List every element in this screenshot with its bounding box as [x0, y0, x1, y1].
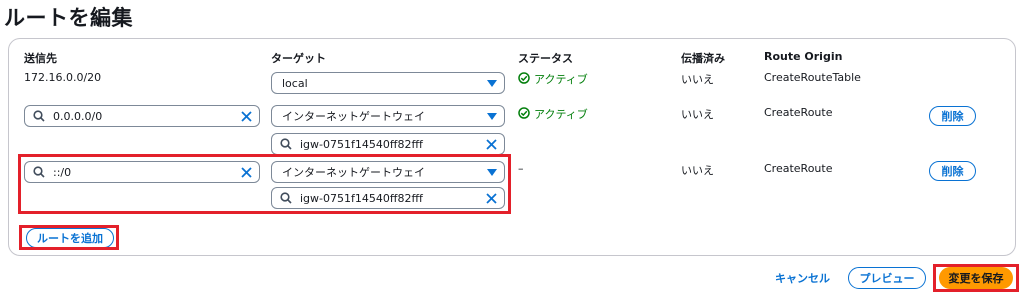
row-3-target-value: インターネットゲートウェイ — [282, 166, 425, 179]
row-2-destination-input[interactable]: 0.0.0.0/0 — [24, 105, 260, 127]
caret-down-icon — [480, 168, 504, 176]
routes-panel — [8, 38, 1016, 256]
row-2-propagated: いいえ — [681, 108, 714, 121]
row-3-target-id-input[interactable]: igw-0751f14540ff82fff — [271, 187, 505, 209]
cancel-button[interactable]: キャンセル — [775, 270, 830, 286]
header-route-origin: Route Origin — [764, 50, 843, 63]
row-2-remove-button[interactable]: 削除 — [929, 106, 976, 126]
row-1-origin: CreateRouteTable — [764, 71, 861, 84]
add-route-button[interactable]: ルートを追加 — [26, 228, 114, 248]
row-1-status-text: アクティブ — [534, 73, 588, 86]
row-3-propagated: いいえ — [681, 164, 714, 177]
save-changes-button[interactable]: 変更を保存 — [939, 267, 1013, 289]
search-icon — [272, 192, 300, 204]
row-3-status: – — [518, 162, 524, 175]
search-icon — [25, 110, 53, 122]
page-title: ルートを編集 — [4, 6, 133, 30]
row-3-destination-value: ::/0 — [53, 165, 72, 179]
close-icon[interactable] — [478, 134, 504, 154]
close-icon[interactable] — [233, 106, 259, 126]
row-3-target-id-value: igw-0751f14540ff82fff — [300, 191, 423, 205]
header-destination: 送信先 — [24, 52, 57, 65]
check-circle-icon — [518, 71, 530, 87]
row-2-target-id-input[interactable]: igw-0751f14540ff82fff — [271, 133, 505, 155]
row-2-target-id-value: igw-0751f14540ff82fff — [300, 137, 423, 151]
row-1-propagated: いいえ — [681, 73, 714, 86]
header-status: ステータス — [518, 52, 573, 65]
row-2-status: アクティブ — [518, 106, 588, 122]
row-2-origin: CreateRoute — [764, 106, 833, 119]
row-1-status: アクティブ — [518, 71, 588, 87]
row-1-target-value: local — [282, 76, 308, 90]
close-icon[interactable] — [233, 162, 259, 182]
row-2-destination-value: 0.0.0.0/0 — [53, 109, 103, 123]
header-target: ターゲット — [271, 52, 326, 65]
search-icon — [272, 138, 300, 150]
row-2-status-text: アクティブ — [534, 108, 588, 121]
preview-button[interactable]: プレビュー — [848, 267, 926, 289]
row-3-remove-button[interactable]: 削除 — [929, 161, 976, 181]
caret-down-icon — [480, 112, 504, 120]
row-2-target-value: インターネットゲートウェイ — [282, 110, 425, 123]
row-2-target-select[interactable]: インターネットゲートウェイ — [271, 105, 505, 127]
caret-down-icon — [480, 79, 504, 87]
row-1-destination: 172.16.0.0/20 — [24, 71, 102, 84]
header-propagated: 伝播済み — [681, 52, 725, 65]
row-3-destination-input[interactable]: ::/0 — [24, 161, 260, 183]
row-1-target-select[interactable]: local — [271, 72, 505, 94]
row-3-origin: CreateRoute — [764, 162, 833, 175]
row-3-target-select[interactable]: インターネットゲートウェイ — [271, 161, 505, 183]
close-icon[interactable] — [478, 188, 504, 208]
search-icon — [25, 166, 53, 178]
check-circle-icon — [518, 106, 530, 122]
